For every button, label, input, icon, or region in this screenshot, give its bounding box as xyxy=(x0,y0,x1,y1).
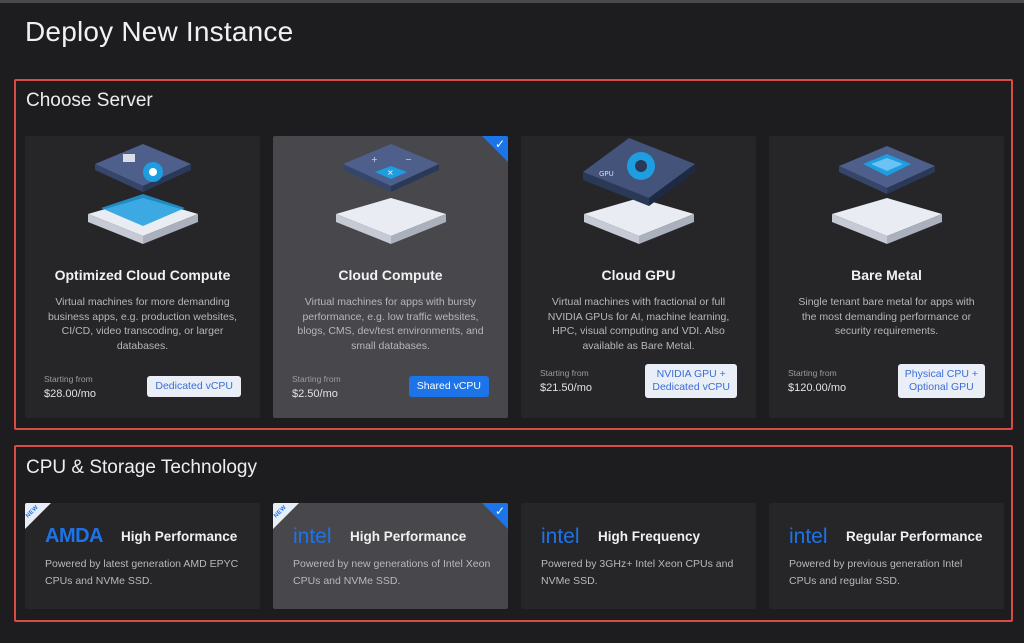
checkmark-icon: ✓ xyxy=(494,504,505,518)
price-block: Starting from $120.00/mo xyxy=(788,368,846,394)
badge-line: Shared vCPU xyxy=(416,380,481,392)
svg-text:×: × xyxy=(387,168,394,177)
cpu-card-title: High Performance xyxy=(350,529,467,544)
cpu-card-description: Powered by 3GHz+ Intel Xeon CPUs and NVM… xyxy=(541,558,734,587)
badge-line: Dedicated vCPU xyxy=(155,380,233,392)
card-description: Single tenant bare metal for apps with t… xyxy=(798,296,975,337)
amd-logo: AMDA xyxy=(45,525,104,547)
server-card-cloud-compute[interactable]: ✓ × + − Cloud Compute Virtual machines f… xyxy=(273,136,508,418)
cpu-card-intel-high-performance[interactable]: NEW ✓ intel High Performance Powered by … xyxy=(273,503,508,609)
price-label: Starting from xyxy=(788,368,837,378)
optimized-cloud-compute-illustration xyxy=(87,144,198,244)
cloud-gpu-illustration: GPU xyxy=(582,138,695,244)
checkmark-icon: ✓ xyxy=(494,137,505,151)
svg-text:−: − xyxy=(405,155,412,164)
cpu-type-badge: Shared vCPU xyxy=(408,376,489,397)
price-value: $120.00/mo xyxy=(788,382,847,394)
server-card-bare-metal[interactable]: Bare Metal Single tenant bare metal for … xyxy=(769,136,1004,418)
cpu-storage-section: CPU & Storage Technology NEW AMDA High P… xyxy=(14,445,1013,622)
cpu-card-intel-regular-performance[interactable]: intel Regular Performance Powered by pre… xyxy=(769,503,1004,609)
svg-text:GPU: GPU xyxy=(599,170,614,178)
price-block: Starting from $2.50/mo xyxy=(292,374,341,400)
choose-server-section: Choose Server Optimized Cloud Compute Vi… xyxy=(14,79,1013,430)
server-card-optimized-cloud-compute[interactable]: Optimized Cloud Compute Virtual machines… xyxy=(25,136,260,418)
badge-line-1: Physical CPU + xyxy=(904,368,978,380)
cloud-compute-illustration: × + − xyxy=(335,144,446,244)
price-value: $2.50/mo xyxy=(292,388,338,400)
intel-logo: intel xyxy=(541,525,580,548)
cpu-type-badge: NVIDIA GPU + Dedicated vCPU xyxy=(645,364,737,398)
price-label: Starting from xyxy=(292,374,341,384)
cpu-card-title: High Frequency xyxy=(598,529,701,544)
price-value: $28.00/mo xyxy=(44,388,96,400)
price-value: $21.50/mo xyxy=(540,382,592,394)
bare-metal-illustration xyxy=(831,146,942,244)
section-title-cpu-storage: CPU & Storage Technology xyxy=(26,457,257,478)
card-description: Virtual machines for more demanding busi… xyxy=(47,296,238,352)
server-card-cloud-gpu[interactable]: GPU Cloud GPU Virtual machines with frac… xyxy=(521,136,756,418)
card-title: Cloud GPU xyxy=(601,267,676,283)
cpu-card-intel-high-frequency[interactable]: intel High Frequency Powered by 3GHz+ In… xyxy=(521,503,756,609)
badge-line-2: Optional GPU xyxy=(908,381,974,393)
card-description: Virtual machines with fractional or full… xyxy=(547,296,730,352)
card-description: Virtual machines for apps with bursty pe… xyxy=(297,296,484,352)
section-title-choose-server: Choose Server xyxy=(26,90,153,111)
price-label: Starting from xyxy=(540,368,589,378)
price-label: Starting from xyxy=(44,374,93,384)
svg-text:+: + xyxy=(371,155,378,164)
cpu-type-badge: Physical CPU + Optional GPU xyxy=(897,364,985,398)
intel-logo: intel xyxy=(293,525,332,548)
card-title: Optimized Cloud Compute xyxy=(54,267,231,283)
page-title: Deploy New Instance xyxy=(25,16,294,47)
cpu-card-title: High Performance xyxy=(121,529,238,544)
top-border xyxy=(0,0,1024,3)
cpu-card-description: Powered by new generations of Intel Xeon… xyxy=(293,558,491,587)
card-title: Bare Metal xyxy=(851,267,922,283)
badge-line-2: Dedicated vCPU xyxy=(652,381,730,393)
card-title: Cloud Compute xyxy=(338,267,443,283)
price-block: Starting from $28.00/mo xyxy=(44,374,96,400)
cpu-type-badge: Dedicated vCPU xyxy=(147,376,241,397)
cpu-card-amd-high-performance[interactable]: NEW AMDA High Performance Powered by lat… xyxy=(25,503,260,609)
badge-line-1: NVIDIA GPU + xyxy=(656,368,726,380)
cpu-card-description: Powered by previous generation Intel CPU… xyxy=(789,558,963,587)
cpu-card-description: Powered by latest generation AMD EPYC CP… xyxy=(45,558,239,587)
price-block: Starting from $21.50/mo xyxy=(540,368,592,394)
cpu-card-title: Regular Performance xyxy=(846,529,983,544)
intel-logo: intel xyxy=(789,525,828,548)
